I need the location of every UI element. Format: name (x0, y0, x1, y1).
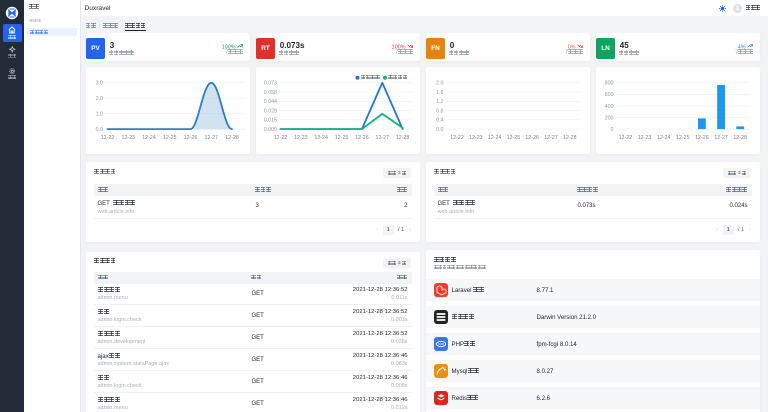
svg-text:1.2: 1.2 (436, 99, 443, 105)
svg-text:12-23: 12-23 (469, 134, 483, 140)
svg-text:2.0: 2.0 (436, 80, 443, 86)
svg-text:800: 800 (604, 80, 613, 86)
svg-text:12-23: 12-23 (637, 134, 651, 140)
svg-text:400: 400 (604, 103, 613, 109)
svg-text:12-23: 12-23 (121, 134, 135, 140)
svg-text:12-27: 12-27 (375, 134, 389, 140)
svg-text:12-28: 12-28 (563, 134, 577, 140)
svg-text:0.073: 0.073 (263, 80, 276, 86)
svg-text:0: 0 (610, 126, 613, 132)
svg-text:0.044: 0.044 (263, 99, 276, 105)
svg-text:12-26: 12-26 (525, 134, 539, 140)
svg-text:12-24: 12-24 (656, 134, 670, 140)
svg-text:12-25: 12-25 (676, 134, 690, 140)
svg-text:1.6: 1.6 (436, 89, 443, 95)
svg-text:200: 200 (604, 115, 613, 121)
svg-text:3.0: 3.0 (95, 80, 102, 86)
svg-text:0.058: 0.058 (263, 89, 276, 95)
svg-text:12-22: 12-22 (273, 134, 287, 140)
svg-text:12-28: 12-28 (395, 134, 409, 140)
svg-text:12-25: 12-25 (163, 134, 177, 140)
svg-text:12-23: 12-23 (294, 134, 308, 140)
svg-text:12-27: 12-27 (544, 134, 558, 140)
svg-text:12-26: 12-26 (183, 134, 197, 140)
svg-text:12-24: 12-24 (487, 134, 501, 140)
svg-text:12-27: 12-27 (204, 134, 218, 140)
svg-text:12-26: 12-26 (695, 134, 709, 140)
svg-text:12-28: 12-28 (225, 134, 239, 140)
svg-text:2.0: 2.0 (95, 96, 102, 102)
svg-text:1.0: 1.0 (95, 111, 102, 117)
svg-text:0.8: 0.8 (436, 108, 443, 114)
svg-text:12-22: 12-22 (100, 134, 114, 140)
svg-text:600: 600 (604, 92, 613, 98)
svg-text:12-28: 12-28 (733, 134, 747, 140)
svg-text:0.0: 0.0 (95, 126, 102, 132)
svg-text:12-25: 12-25 (334, 134, 348, 140)
svg-text:12-27: 12-27 (714, 134, 728, 140)
svg-text:12-22: 12-22 (618, 134, 632, 140)
svg-text:12-24: 12-24 (142, 134, 156, 140)
svg-text:12-22: 12-22 (450, 134, 464, 140)
svg-text:12-25: 12-25 (506, 134, 520, 140)
svg-text:0.029: 0.029 (263, 108, 276, 114)
svg-text:0.4: 0.4 (436, 117, 443, 123)
svg-text:12-24: 12-24 (314, 134, 328, 140)
svg-text:0.015: 0.015 (263, 117, 276, 123)
svg-text:0.000: 0.000 (263, 126, 276, 132)
svg-text:0.0: 0.0 (436, 126, 443, 132)
svg-text:12-26: 12-26 (355, 134, 369, 140)
